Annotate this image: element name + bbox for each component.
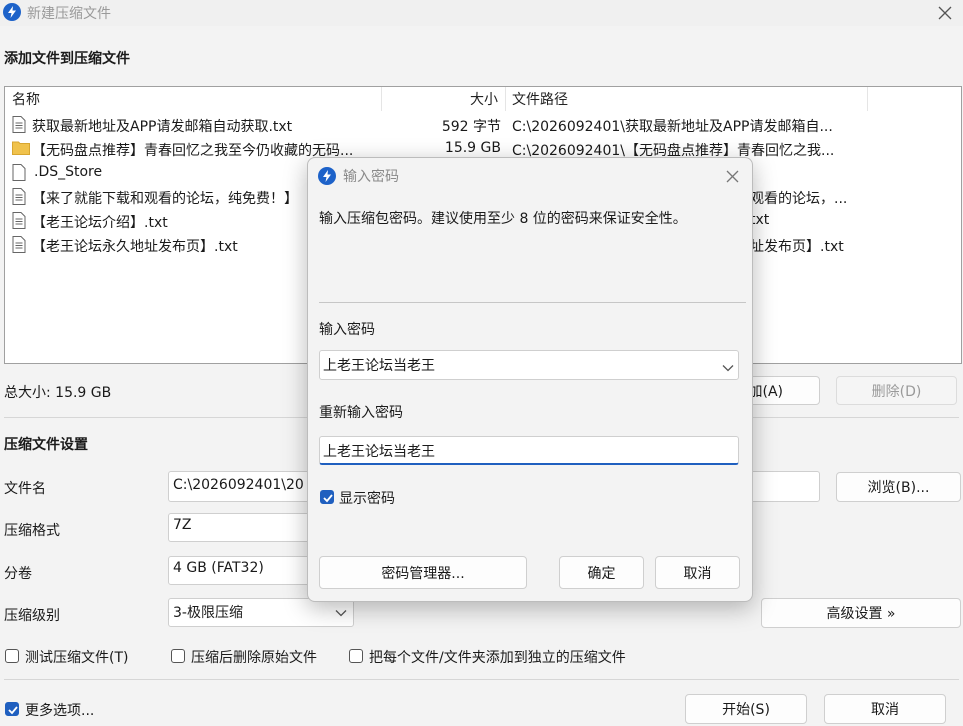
text-file-icon <box>12 116 26 137</box>
file-size: 592 字节 <box>441 119 501 135</box>
password-input[interactable]: 上老王论坛当老王 <box>319 350 739 380</box>
window-title: 新建压缩文件 <box>27 6 111 22</box>
filename-label: 文件名 <box>4 481 46 497</box>
separate-archives-checkbox[interactable] <box>349 649 363 663</box>
level-label: 压缩级别 <box>4 608 60 624</box>
confirm-password-value: 上老王论坛当老王 <box>323 444 435 460</box>
dialog-cancel-button[interactable]: 取消 <box>655 556 740 589</box>
text-file-icon <box>12 188 26 209</box>
file-path: C:\2026092401\获取最新地址及APP请发邮箱自... <box>512 119 833 135</box>
close-icon[interactable] <box>722 166 742 186</box>
divider <box>4 679 959 680</box>
file-name: 【老王论坛介绍】.txt <box>32 215 168 231</box>
files-section-title: 添加文件到压缩文件 <box>4 51 130 67</box>
app-bolt-icon <box>3 3 21 21</box>
format-label: 压缩格式 <box>4 523 60 539</box>
more-options-checkbox[interactable] <box>5 702 19 716</box>
password-label: 输入密码 <box>319 322 375 338</box>
file-size: 15.9 GB <box>444 140 501 156</box>
column-separator <box>381 87 382 111</box>
test-archive-checkbox[interactable] <box>5 649 19 663</box>
app-bolt-icon <box>318 167 336 185</box>
chevron-down-icon[interactable] <box>722 360 734 376</box>
test-archive-label: 测试压缩文件(T) <box>25 650 129 666</box>
close-icon[interactable] <box>927 0 963 26</box>
delete-after-label: 压缩后删除原始文件 <box>191 650 317 666</box>
confirm-password-input[interactable]: 上老王论坛当老王 <box>319 436 739 465</box>
cancel-button[interactable]: 取消 <box>824 694 946 724</box>
dialog-title: 输入密码 <box>343 169 399 185</box>
volume-value: 4 GB (FAT32) <box>173 560 264 576</box>
title-bar: 新建压缩文件 <box>0 0 963 26</box>
delete-after-checkbox[interactable] <box>171 649 185 663</box>
dialog-description: 输入压缩包密码。建议使用至少 8 位的密码来保证安全性。 <box>319 211 687 227</box>
advanced-settings-button[interactable]: 高级设置 » <box>761 598 961 628</box>
start-button[interactable]: 开始(S) <box>685 694 807 724</box>
separate-archives-label: 把每个文件/文件夹添加到独立的压缩文件 <box>369 650 626 666</box>
settings-section-title: 压缩文件设置 <box>4 437 88 453</box>
file-name: .DS_Store <box>34 164 103 180</box>
column-header-path[interactable]: 文件路径 <box>512 89 568 109</box>
file-name: 【老王论坛永久地址发布页】.txt <box>32 239 238 255</box>
blank-file-icon <box>12 164 26 185</box>
password-manager-button[interactable]: 密码管理器... <box>319 556 527 589</box>
file-name: 【无码盘点推荐】青春回忆之我至今仍收藏的无码... <box>32 143 354 159</box>
text-file-icon <box>12 212 26 233</box>
column-header-size[interactable]: 大小 <box>470 89 498 109</box>
file-row[interactable]: 获取最新地址及APP请发邮箱自动获取.txt 592 字节 C:\2026092… <box>5 113 961 137</box>
file-name: 获取最新地址及APP请发邮箱自动获取.txt <box>32 119 293 135</box>
file-path: 址发布页】.txt <box>750 239 844 255</box>
password-value: 上老王论坛当老王 <box>323 358 435 374</box>
chevron-down-icon <box>335 605 347 621</box>
browse-button[interactable]: 浏览(B)... <box>836 472 961 502</box>
file-name: 【来了就能下载和观看的论坛，纯免费！】 <box>32 191 298 207</box>
show-password-checkbox[interactable] <box>320 490 334 504</box>
format-value: 7Z <box>173 517 192 533</box>
divider <box>319 302 746 303</box>
column-separator <box>505 87 506 111</box>
level-value: 3-极限压缩 <box>173 605 243 621</box>
level-select[interactable]: 3-极限压缩 <box>168 598 354 627</box>
password-dialog: 输入密码 输入压缩包密码。建议使用至少 8 位的密码来保证安全性。 输入密码 上… <box>307 157 753 602</box>
ok-button[interactable]: 确定 <box>559 556 644 589</box>
show-password-label: 显示密码 <box>339 491 395 507</box>
delete-button[interactable]: 删除(D) <box>836 376 957 405</box>
text-file-icon <box>12 236 26 257</box>
confirm-password-label: 重新输入密码 <box>319 405 403 421</box>
file-path: 观看的论坛，... <box>750 191 848 207</box>
volume-label: 分卷 <box>4 566 32 582</box>
folder-icon <box>12 140 30 159</box>
column-separator <box>867 87 868 111</box>
column-header-name[interactable]: 名称 <box>12 89 40 109</box>
total-size: 总大小: 15.9 GB <box>4 385 112 401</box>
more-options-label: 更多选项... <box>25 703 95 719</box>
